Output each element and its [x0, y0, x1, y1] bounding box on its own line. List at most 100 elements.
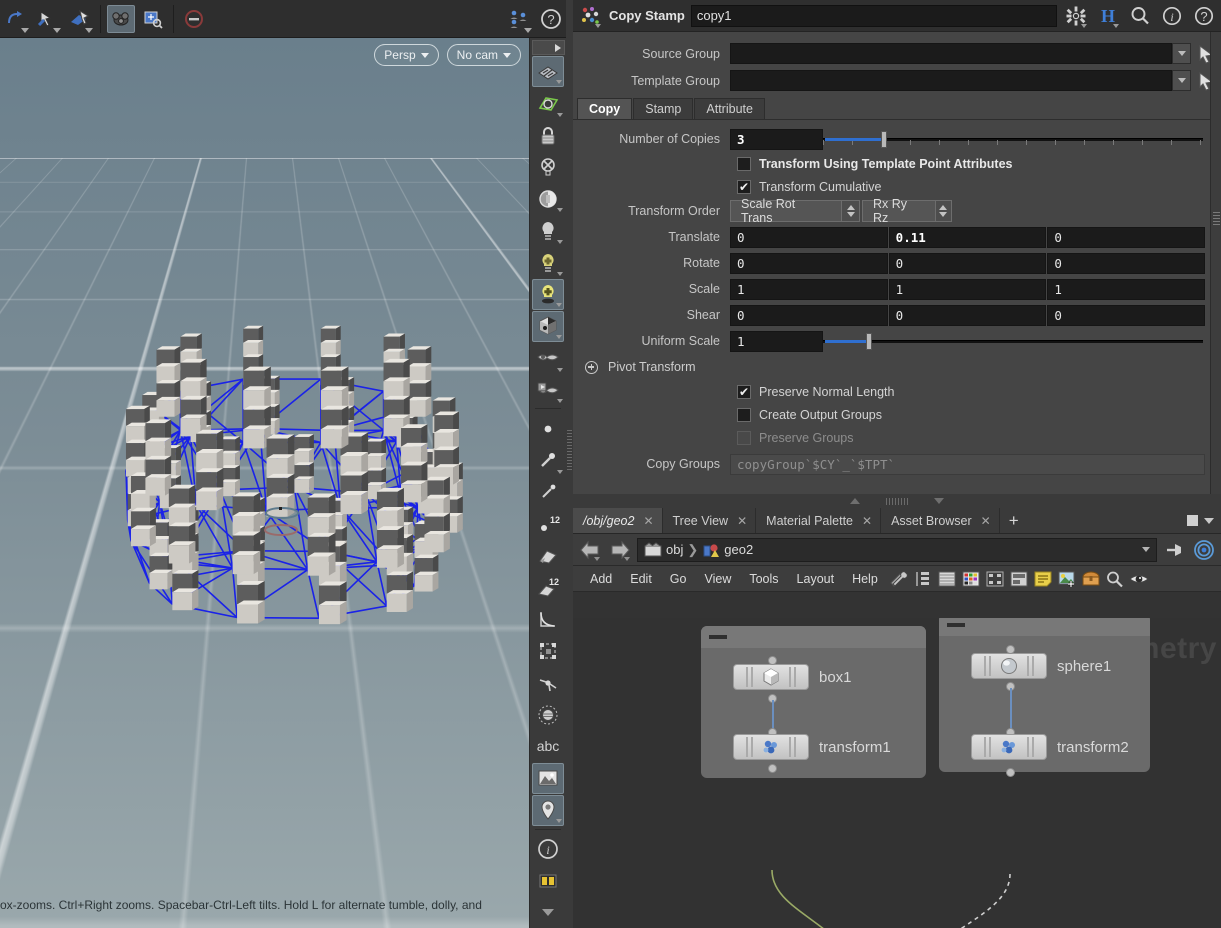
forward-button[interactable]	[607, 537, 633, 563]
points-display-button[interactable]	[532, 413, 564, 444]
side-toolbar-more-button[interactable]	[532, 897, 564, 928]
close-icon[interactable]: ✕	[643, 514, 653, 528]
scale-y-input[interactable]: 1	[889, 279, 1047, 300]
primitive-display-button[interactable]	[532, 540, 564, 571]
create-output-groups-checkbox[interactable]	[737, 408, 751, 422]
camera-dropdown[interactable]: No cam	[447, 44, 521, 66]
view-mode-dropdown[interactable]: Persp	[374, 44, 438, 66]
menu-add[interactable]: Add	[581, 572, 621, 586]
add-tab-button[interactable]: +	[1000, 508, 1028, 533]
node-box1-chip[interactable]	[733, 664, 809, 690]
uniform-scale-input[interactable]: 1	[730, 331, 823, 352]
pivot-transform-expander[interactable]: Pivot Transform	[573, 354, 1221, 380]
shear-y-input[interactable]: 0	[889, 305, 1047, 326]
forbidden-button[interactable]	[180, 5, 208, 33]
template-group-input[interactable]	[730, 70, 1172, 91]
viewport-info-button[interactable]: i	[532, 834, 564, 865]
slider-handle[interactable]	[881, 131, 887, 148]
node-box1[interactable]: box1	[733, 664, 852, 690]
parameter-pane-resizer[interactable]	[573, 494, 1221, 508]
transform-using-template-row[interactable]: Transform Using Template Point Attribute…	[573, 152, 1221, 175]
node-sphere1-input-port[interactable]	[1006, 645, 1015, 654]
rotate-z-input[interactable]: 0	[1047, 253, 1205, 274]
menu-help[interactable]: Help	[843, 572, 887, 586]
menu-layout[interactable]: Layout	[788, 572, 844, 586]
close-icon[interactable]: ✕	[981, 514, 991, 528]
rotate-y-input[interactable]: 0	[889, 253, 1047, 274]
background-image-button[interactable]	[532, 763, 564, 794]
sticky-note-icon[interactable]	[1031, 568, 1055, 590]
scene-lights-button[interactable]	[532, 215, 564, 246]
node-list-icon[interactable]	[911, 568, 935, 590]
uniform-scale-slider[interactable]	[823, 331, 1203, 352]
hull-display-button[interactable]	[532, 636, 564, 667]
side-toolbar-expander[interactable]	[532, 40, 565, 55]
tab-asset-browser[interactable]: Asset Browser ✕	[881, 508, 1000, 533]
headlight-shading-button[interactable]	[532, 184, 564, 215]
path-dropdown-button[interactable]	[1138, 547, 1154, 552]
info-icon[interactable]: i	[1159, 3, 1185, 29]
parameter-scroll-rail[interactable]	[1210, 32, 1221, 494]
select-tool-button[interactable]	[34, 5, 62, 33]
close-icon[interactable]: ✕	[737, 514, 747, 528]
point-marker-button[interactable]	[532, 477, 564, 508]
collapse-icon[interactable]	[947, 623, 965, 627]
translate-z-input[interactable]: 0	[1047, 227, 1205, 248]
collaborate-button[interactable]	[505, 5, 533, 33]
breakpoints-button[interactable]	[532, 699, 564, 730]
chevron-down-icon[interactable]	[934, 498, 944, 504]
hammer-wrench-icon[interactable]	[887, 568, 911, 590]
search-icon[interactable]	[1103, 568, 1127, 590]
transform-cumulative-checkbox[interactable]: ✔	[737, 180, 751, 194]
close-icon[interactable]: ✕	[862, 514, 872, 528]
shading-mode-button[interactable]	[532, 311, 564, 342]
tab-attribute[interactable]: Attribute	[694, 98, 765, 119]
vector-display-button[interactable]	[532, 668, 564, 699]
node-transform2[interactable]: transform2	[971, 734, 1129, 760]
construction-plane-button[interactable]	[532, 88, 564, 119]
transform-order-srt-dropdown[interactable]: Scale Rot Trans	[730, 200, 860, 222]
asset-chest-icon[interactable]	[1079, 568, 1103, 590]
lighting-mode-button[interactable]	[532, 279, 564, 310]
shear-x-input[interactable]: 0	[730, 305, 888, 326]
layers-icon[interactable]	[935, 568, 959, 590]
preserve-normal-length-checkbox[interactable]: ✔	[737, 385, 751, 399]
move-tool-button[interactable]	[66, 5, 94, 33]
node-transform1-output-port[interactable]	[768, 764, 777, 773]
scale-z-input[interactable]: 1	[1047, 279, 1205, 300]
number-of-copies-input[interactable]: 3	[730, 129, 823, 150]
gear-icon[interactable]	[1063, 3, 1089, 29]
source-group-input[interactable]	[730, 43, 1172, 64]
node-transform1-chip[interactable]	[733, 734, 809, 760]
point-normals-button[interactable]	[532, 445, 564, 476]
slider-handle[interactable]	[866, 333, 872, 350]
pane-splitter-vertical[interactable]	[566, 0, 573, 928]
node-transform2-chip[interactable]	[971, 734, 1047, 760]
lock-view-button[interactable]	[532, 120, 564, 151]
menu-tools[interactable]: Tools	[740, 572, 787, 586]
create-output-groups-row[interactable]: Create Output Groups	[573, 403, 1221, 426]
node-shapes-icon[interactable]	[983, 568, 1007, 590]
point-numbers-button[interactable]: 12	[532, 509, 564, 540]
text-display-button[interactable]: abc	[532, 731, 564, 762]
preserve-normal-length-row[interactable]: ✔ Preserve Normal Length	[573, 380, 1221, 403]
ghost-objects-button[interactable]	[532, 343, 564, 374]
help-button[interactable]: ?	[537, 5, 565, 33]
menu-edit[interactable]: Edit	[621, 572, 661, 586]
menu-go[interactable]: Go	[661, 572, 696, 586]
collapse-icon[interactable]	[709, 635, 727, 639]
transform-cumulative-row[interactable]: ✔ Transform Cumulative	[573, 175, 1221, 198]
houdini-h-icon[interactable]: H	[1095, 3, 1121, 29]
tab-stamp[interactable]: Stamp	[633, 98, 693, 119]
xray-shaded-button[interactable]	[532, 375, 564, 406]
guide-geometry-button[interactable]	[532, 795, 564, 826]
translate-y-input[interactable]: 0.11	[889, 227, 1047, 248]
maximize-pane-icon[interactable]	[1187, 515, 1198, 526]
search-icon[interactable]	[1127, 3, 1153, 29]
tab-obj-geo2[interactable]: /obj/geo2 ✕	[573, 508, 663, 533]
transform-order-xyz-dropdown[interactable]: Rx Ry Rz	[862, 200, 952, 222]
node-transform2-output-port[interactable]	[1006, 768, 1015, 777]
pin-network-editor-button[interactable]	[1161, 537, 1187, 563]
viewport-3d[interactable]: Persp No cam ox-zooms. Ctrl+Right zooms.…	[0, 38, 529, 928]
netbox-titlebar[interactable]	[939, 618, 1150, 636]
